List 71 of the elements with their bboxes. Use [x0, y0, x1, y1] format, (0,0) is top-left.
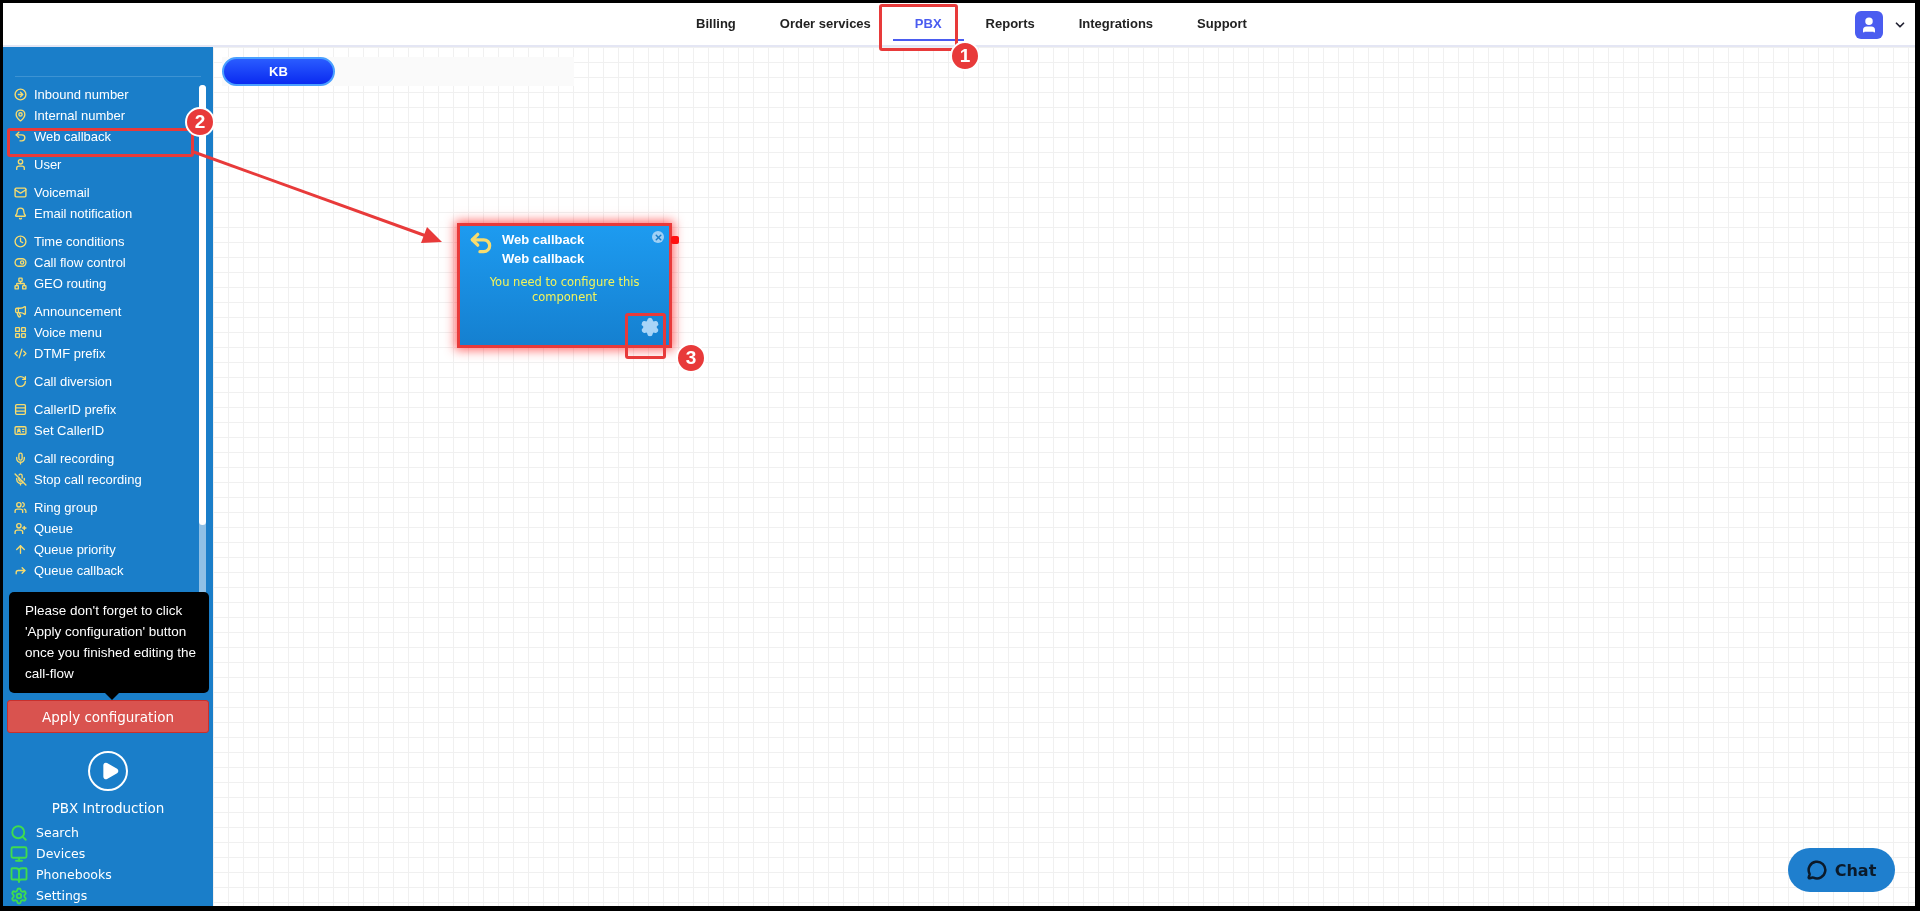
undo-arrow-icon — [468, 230, 494, 256]
microphone-icon — [14, 452, 27, 465]
sidebar-item[interactable]: Queue — [14, 519, 78, 538]
sidebar-tool[interactable]: Devices — [3, 843, 213, 864]
sidebar-item[interactable]: Voice menu — [14, 323, 106, 342]
hierarchy-icon — [14, 277, 27, 290]
node-title: Web callback — [502, 231, 585, 249]
muted-microphone-icon — [14, 473, 27, 486]
sidebar-item[interactable]: Ring group — [14, 498, 102, 517]
sidebar-item[interactable]: Stop call recording — [14, 470, 146, 489]
rotate-icon — [14, 375, 27, 388]
nav-tab[interactable]: PBX — [892, 7, 964, 41]
tooltip: Please don't forget to click 'Apply configuration' button once you finished editing the call-flow — [9, 592, 209, 693]
sidebar-tool[interactable]: Settings — [3, 885, 213, 906]
speech-bubble-icon — [1806, 860, 1827, 880]
nav-tab[interactable]: Integrations — [1056, 7, 1176, 41]
apply-configuration-button[interactable]: Apply configuration — [7, 700, 209, 733]
sidebar-item[interactable]: Queue priority — [14, 540, 120, 559]
user-plus-icon — [14, 522, 27, 535]
sidebar-item[interactable]: Web callback — [14, 127, 116, 146]
megaphone-icon — [14, 305, 27, 318]
clock-icon — [14, 235, 27, 248]
sidebar-item[interactable]: User — [14, 155, 66, 174]
nav-tab[interactable]: Order services — [757, 7, 893, 41]
close-icon[interactable] — [652, 231, 664, 243]
code-icon — [14, 347, 27, 360]
sidebar-item[interactable]: Internal number — [14, 106, 130, 125]
sidebar-item[interactable]: Queue callback — [14, 561, 128, 580]
envelope-icon — [14, 186, 27, 199]
sidebar-item[interactable]: Call diversion — [14, 372, 117, 391]
chat-button[interactable]: Chat — [1788, 848, 1895, 892]
grid-icon — [14, 326, 27, 339]
sidebar-tool[interactable]: Phonebooks — [3, 864, 213, 885]
sidebar-item[interactable]: Announcement — [14, 302, 126, 321]
sidebar-item[interactable]: CallerID prefix — [14, 400, 121, 419]
kb-button[interactable]: KB — [222, 57, 335, 86]
sidebar-item[interactable]: Time conditions — [14, 232, 129, 251]
users-icon — [14, 501, 27, 514]
node-subtitle: Web callback — [502, 250, 585, 268]
intro-label: PBX Introduction — [51, 800, 165, 816]
sidebar-item[interactable]: Voicemail — [14, 183, 94, 202]
nav-tab[interactable]: Support — [1175, 7, 1269, 41]
forward-arrow-icon — [14, 564, 27, 577]
sidebar-item[interactable]: Email notification — [14, 204, 137, 223]
search-icon — [10, 823, 28, 842]
id-card-icon — [14, 424, 27, 437]
settings-icon[interactable] — [640, 317, 660, 337]
nav-tab[interactable]: Reports — [963, 7, 1057, 41]
nav-tab[interactable]: Billing — [674, 7, 758, 41]
sidebar-item[interactable]: Inbound number — [14, 85, 133, 104]
book-icon — [10, 865, 28, 884]
map-pin-icon — [14, 109, 27, 122]
undo-arrow-icon — [14, 130, 27, 143]
sidebar-tool[interactable]: Search — [3, 822, 213, 843]
up-arrow-icon — [14, 543, 27, 556]
user-avatar-icon[interactable] — [1855, 11, 1883, 39]
toggle-icon — [14, 256, 27, 269]
list-icon — [14, 403, 27, 416]
bell-icon — [14, 207, 27, 220]
sidebar-item[interactable]: Call recording — [14, 449, 119, 468]
sidebar-item[interactable]: DTMF prefix — [14, 344, 110, 363]
sidebar-item[interactable]: Call flow control — [14, 253, 130, 272]
highlight-frame — [625, 313, 666, 359]
monitor-icon — [10, 844, 28, 863]
user-icon — [14, 158, 27, 171]
node-port[interactable] — [671, 236, 679, 244]
play-button[interactable] — [88, 751, 128, 791]
sidebar-item[interactable]: GEO routing — [14, 274, 111, 293]
sidebar-item[interactable]: Set CallerID — [14, 421, 109, 440]
node-message: You need to configure this component — [488, 275, 641, 305]
settings-icon — [10, 886, 28, 905]
